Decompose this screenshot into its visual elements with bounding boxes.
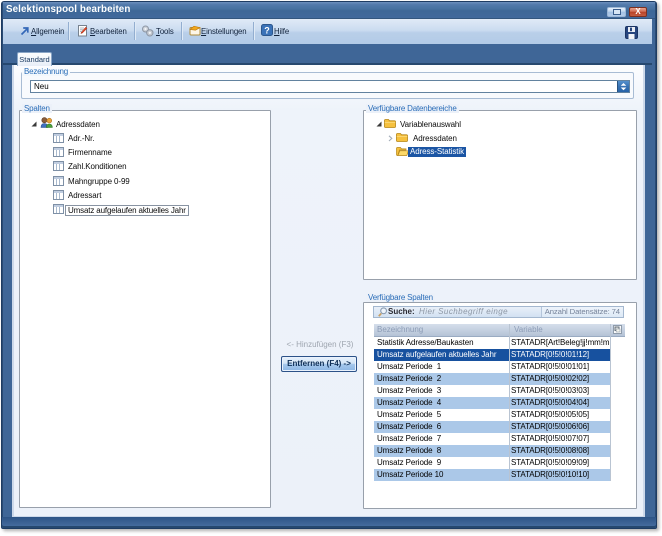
svg-text:?: ? [264, 26, 270, 36]
